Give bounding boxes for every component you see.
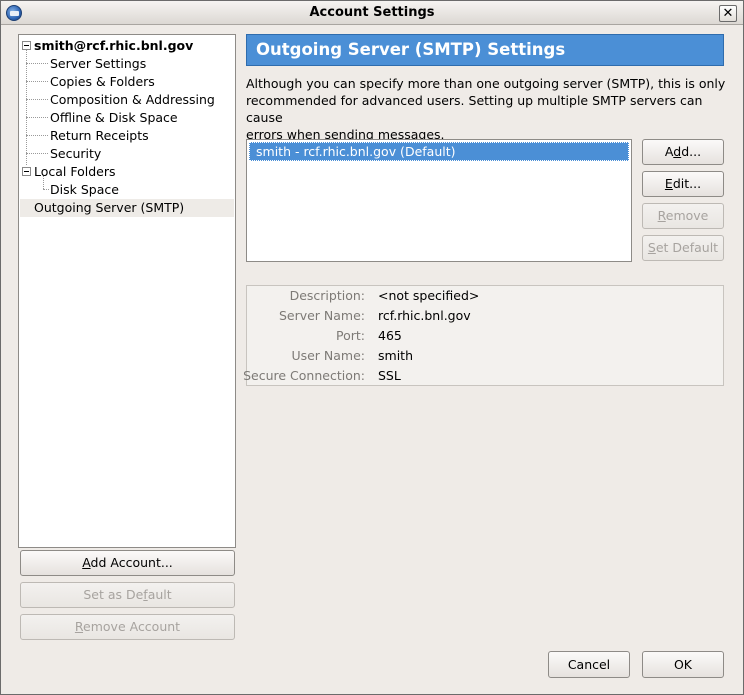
accesskey: R	[657, 208, 666, 223]
title-bar[interactable]: Account Settings ✕	[1, 1, 743, 25]
detail-label: User Name:	[291, 348, 365, 363]
add-account-button[interactable]: Add Account...	[20, 550, 235, 576]
tree-item-label: Security	[50, 146, 102, 161]
add-server-button[interactable]: Add...	[642, 139, 724, 165]
detail-value: rcf.rhic.bnl.gov	[378, 308, 471, 323]
detail-value: SSL	[378, 368, 401, 383]
detail-row-port: Port: 465	[247, 326, 723, 346]
description-line: recommended for advanced users. Setting …	[246, 93, 703, 125]
smtp-server-item[interactable]: smith - rcf.rhic.bnl.gov (Default)	[249, 142, 629, 161]
detail-value: <not specified>	[378, 288, 480, 303]
detail-row-secure-connection: Secure Connection: SSL	[243, 366, 723, 386]
accesskey: d	[673, 144, 682, 159]
accesskey: E	[664, 176, 673, 191]
close-window-button[interactable]: ✕	[719, 5, 737, 22]
detail-row-server-name: Server Name: rcf.rhic.bnl.gov	[247, 306, 723, 326]
tree-item-label: Copies & Folders	[50, 74, 155, 89]
tree-item-label: Composition & Addressing	[50, 92, 215, 107]
detail-label: Secure Connection:	[243, 368, 365, 383]
ok-button[interactable]: OK	[642, 651, 724, 678]
remove-account-button[interactable]: Remove Account	[20, 614, 235, 640]
tree-item-label: Disk Space	[50, 182, 119, 197]
detail-value: smith	[378, 348, 413, 363]
button-label: Set as De	[83, 587, 144, 602]
tree-item-account-smith[interactable]: smith@rcf.rhic.bnl.gov	[20, 37, 234, 55]
remove-server-button[interactable]: Remove	[642, 203, 724, 229]
cancel-button[interactable]: Cancel	[548, 651, 630, 678]
accesskey: R	[74, 619, 84, 634]
tree-item-label: Return Receipts	[50, 128, 149, 143]
detail-row-user-name: User Name: smith	[247, 346, 723, 366]
tree-item-label: Server Settings	[50, 56, 147, 71]
button-label: d...	[681, 144, 702, 159]
smtp-server-list[interactable]: smith - rcf.rhic.bnl.gov (Default)	[246, 139, 632, 262]
server-details-box: Description: <not specified> Server Name…	[243, 285, 724, 386]
window-title: Account Settings	[309, 5, 435, 20]
account-settings-window: Account Settings ✕ smith@rcf.rhic.bnl.go…	[0, 0, 744, 695]
tree-item-label: Outgoing Server (SMTP)	[34, 200, 185, 215]
smtp-description: Although you can specify more than one o…	[246, 75, 726, 143]
tree-item-server-settings[interactable]: Server Settings	[20, 55, 234, 73]
button-label: ault	[147, 587, 172, 602]
tree-item-copies-folders[interactable]: Copies & Folders	[20, 73, 234, 91]
detail-label: Description:	[289, 288, 365, 303]
detail-label: Port:	[336, 328, 365, 343]
accesskey: A	[82, 555, 91, 570]
button-label: et Default	[655, 240, 719, 255]
edit-server-button[interactable]: Edit...	[642, 171, 724, 197]
detail-value: 465	[378, 328, 402, 343]
tree-item-label: smith@rcf.rhic.bnl.gov	[34, 38, 194, 53]
tree-item-label: Local Folders	[34, 164, 116, 179]
tree-item-outgoing-server[interactable]: Outgoing Server (SMTP)	[20, 199, 234, 217]
button-label: emove Account	[83, 619, 181, 634]
tree-item-offline-disk-space[interactable]: Offline & Disk Space	[20, 109, 234, 127]
tree-item-local-folders[interactable]: Local Folders	[20, 163, 234, 181]
button-label: A	[664, 144, 674, 159]
set-as-default-button[interactable]: Set as Default	[20, 582, 235, 608]
tree-item-return-receipts[interactable]: Return Receipts	[20, 127, 234, 145]
tree-item-composition-addressing[interactable]: Composition & Addressing	[20, 91, 234, 109]
button-label: dd Account...	[90, 555, 173, 570]
accesskey: S	[647, 240, 656, 255]
button-label: emove	[665, 208, 709, 223]
panel-title: Outgoing Server (SMTP) Settings	[246, 34, 724, 66]
description-line: Although you can specify more than one o…	[246, 76, 726, 91]
button-label: dit...	[672, 176, 702, 191]
collapse-icon[interactable]	[22, 167, 31, 176]
tree-item-disk-space[interactable]: Disk Space	[20, 181, 234, 199]
tree-item-label: Offline & Disk Space	[50, 110, 178, 125]
detail-row-description: Description: <not specified>	[247, 286, 723, 306]
tree-item-security[interactable]: Security	[20, 145, 234, 163]
account-tree[interactable]: smith@rcf.rhic.bnl.gov Server Settings C…	[18, 34, 236, 548]
set-default-server-button[interactable]: Set Default	[642, 235, 724, 261]
detail-label: Server Name:	[278, 308, 365, 323]
collapse-icon[interactable]	[22, 41, 31, 50]
close-icon: ✕	[722, 6, 734, 21]
